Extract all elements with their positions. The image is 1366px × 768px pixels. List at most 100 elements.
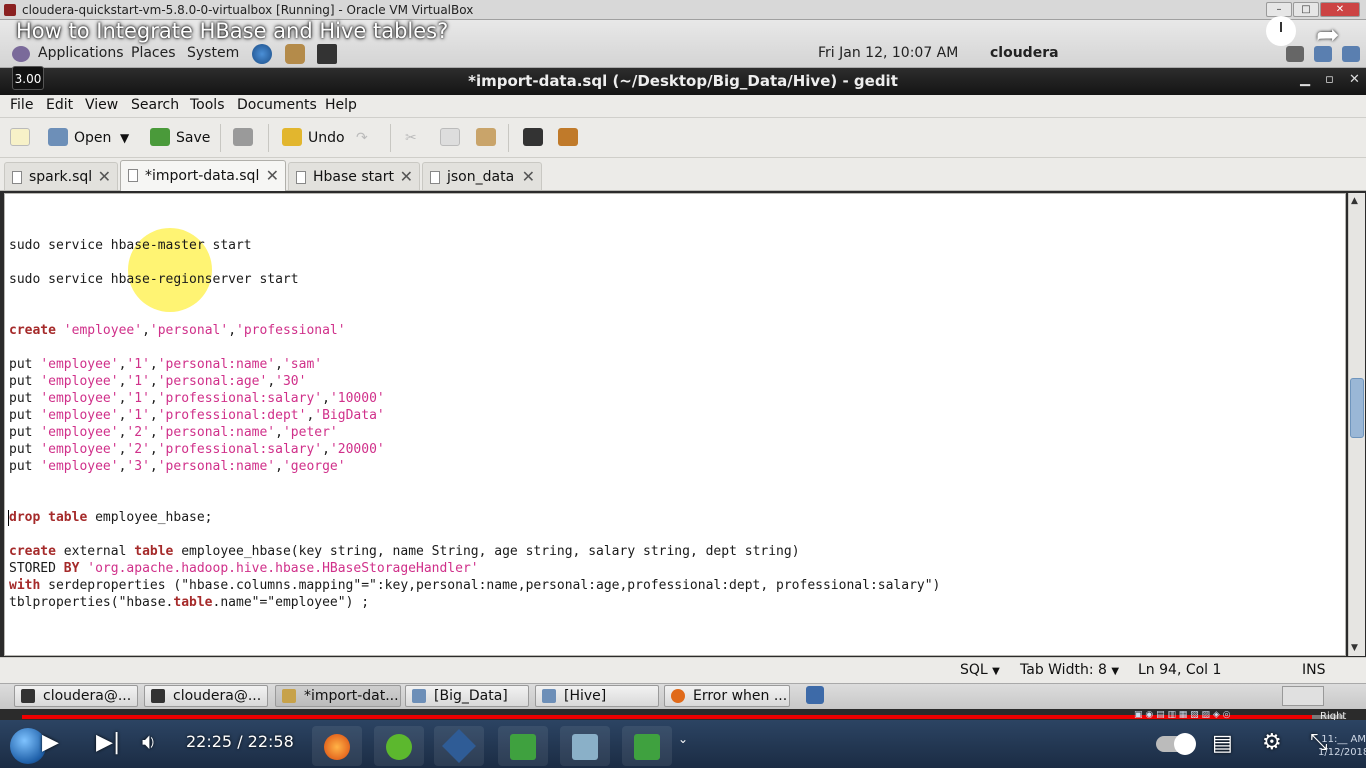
- vbox-maximize-button[interactable]: □: [1293, 2, 1319, 17]
- task-terminal-2[interactable]: cloudera@...: [144, 685, 268, 707]
- undo-button[interactable]: Undo: [282, 124, 345, 152]
- language-label: SQL: [960, 662, 988, 678]
- tab-json-data[interactable]: json_data ✕: [422, 162, 542, 190]
- tab-spark-sql[interactable]: spark.sql ✕: [4, 162, 118, 190]
- watch-later-icon[interactable]: [1266, 16, 1296, 46]
- video-title: How to Integrate HBase and Hive tables?: [16, 19, 449, 43]
- code-line: STORED BY 'org.apache.hadoop.hive.hbase.…: [9, 561, 479, 576]
- menu-edit[interactable]: Edit: [46, 97, 73, 113]
- document-icon: [296, 171, 306, 184]
- virtualbox-pin[interactable]: [434, 726, 484, 766]
- mail-icon[interactable]: [285, 44, 305, 64]
- next-icon[interactable]: ▶|: [96, 730, 120, 755]
- put-command: put: [9, 374, 33, 389]
- volume-icon[interactable]: [1286, 46, 1304, 62]
- menu-search[interactable]: Search: [131, 97, 179, 113]
- subtitles-icon[interactable]: ▤: [1212, 731, 1233, 756]
- panel-menu-applications[interactable]: Applications: [38, 45, 124, 61]
- folder-icon: [412, 689, 426, 703]
- redo-button[interactable]: ↷: [356, 124, 368, 152]
- menu-tools[interactable]: Tools: [190, 97, 225, 113]
- close-tab-icon[interactable]: ✕: [98, 163, 111, 191]
- camtasia-recorder-pin[interactable]: [622, 726, 672, 766]
- binoculars-icon: [523, 128, 543, 146]
- close-tab-icon[interactable]: ✕: [266, 161, 279, 191]
- terminal-icon[interactable]: [317, 44, 337, 64]
- open-label: Open: [74, 130, 112, 146]
- autoplay-toggle[interactable]: [1156, 733, 1196, 755]
- scroll-down-icon[interactable]: ▼: [1351, 643, 1358, 653]
- print-button[interactable]: [233, 124, 259, 152]
- task-firefox[interactable]: Error when ...: [664, 685, 790, 707]
- code-text: .name"="employee") ;: [212, 595, 370, 610]
- save-button[interactable]: Save: [150, 124, 210, 152]
- camtasia-pin[interactable]: [498, 726, 548, 766]
- put-command: put: [9, 459, 33, 474]
- code-text: employee_hbase(key string, name String, …: [173, 544, 800, 559]
- playback-speed-badge: 3.00: [12, 66, 44, 90]
- chevron-down-icon: ▼: [1111, 666, 1120, 677]
- paste-button[interactable]: [476, 124, 502, 152]
- scrollbar-thumb[interactable]: [1350, 378, 1364, 438]
- play-icon[interactable]: ▶: [42, 730, 59, 755]
- string: 'peter': [282, 425, 338, 440]
- folder-icon: [542, 689, 556, 703]
- replace-button[interactable]: [558, 124, 584, 152]
- task-terminal-1[interactable]: cloudera@...: [14, 685, 138, 707]
- task-folder-hive[interactable]: [Hive]: [535, 685, 659, 707]
- tab-import-data-sql[interactable]: *import-data.sql ✕: [120, 160, 286, 191]
- app-pin[interactable]: [560, 726, 610, 766]
- menu-file[interactable]: File: [10, 97, 33, 113]
- panel-user[interactable]: cloudera: [990, 45, 1059, 61]
- menu-help[interactable]: Help: [325, 97, 357, 113]
- panel-menu-system[interactable]: System: [187, 45, 239, 61]
- string: 'sam': [282, 357, 323, 372]
- open-button[interactable]: Open: [48, 124, 111, 152]
- document-icon: [12, 171, 22, 184]
- scroll-up-icon[interactable]: ▲: [1351, 196, 1358, 206]
- virtualbox-title-bar: cloudera-quickstart-vm-5.8.0-0-virtualbo…: [0, 0, 1366, 20]
- vbox-close-button[interactable]: ✕: [1320, 2, 1360, 17]
- firefox-pin[interactable]: [312, 726, 362, 766]
- code-line: put 'employee','1','personal:age','30': [9, 374, 307, 389]
- update-icon[interactable]: [1342, 46, 1360, 62]
- start-orb-icon[interactable]: [10, 728, 46, 764]
- language-selector[interactable]: SQL ▼: [960, 662, 1000, 678]
- share-icon[interactable]: ➦: [1316, 18, 1339, 51]
- cut-button[interactable]: ✂: [405, 124, 417, 152]
- copy-button[interactable]: [440, 124, 466, 152]
- menu-view[interactable]: View: [85, 97, 118, 113]
- window-minimize-button[interactable]: ▁: [1300, 72, 1310, 87]
- window-maximize-button[interactable]: ▫: [1325, 72, 1334, 87]
- menu-documents[interactable]: Documents: [237, 97, 317, 113]
- open-dropdown-button[interactable]: ▼: [120, 124, 129, 152]
- task-label: [Hive]: [564, 688, 607, 704]
- code-text: tblproperties("hbase.: [9, 595, 174, 610]
- keyword: create: [9, 544, 56, 559]
- chevron-down-icon[interactable]: ⌄: [678, 732, 688, 746]
- chevron-down-icon: ▼: [992, 666, 1000, 677]
- copy-icon: [440, 128, 460, 146]
- window-close-button[interactable]: ✕: [1349, 72, 1360, 87]
- code-line: put 'employee','1','professional:salary'…: [9, 391, 385, 406]
- volume-icon[interactable]: 🔉︎: [142, 730, 156, 755]
- browser-globe-icon[interactable]: [252, 44, 272, 64]
- workspace-switcher-icon[interactable]: [806, 686, 824, 704]
- code-line: put 'employee','1','professional:dept','…: [9, 408, 385, 423]
- task-folder-big-data[interactable]: [Big_Data]: [405, 685, 529, 707]
- notes-icon[interactable]: [1282, 686, 1324, 706]
- close-tab-icon[interactable]: ✕: [522, 163, 535, 191]
- settings-gear-icon[interactable]: ⚙: [1262, 730, 1282, 755]
- panel-clock[interactable]: Fri Jan 12, 10:07 AM: [818, 45, 958, 61]
- task-gedit[interactable]: *import-dat...: [275, 685, 401, 707]
- find-button[interactable]: [523, 124, 549, 152]
- new-document-button[interactable]: [10, 124, 36, 152]
- panel-menu-places[interactable]: Places: [131, 45, 176, 61]
- utorrent-pin[interactable]: [374, 726, 424, 766]
- new-document-icon: [10, 128, 30, 146]
- vbox-minimize-button[interactable]: –: [1266, 2, 1292, 17]
- tab-hbase-start[interactable]: Hbase start ✕: [288, 162, 420, 190]
- close-tab-icon[interactable]: ✕: [400, 163, 413, 191]
- tab-width-selector[interactable]: Tab Width: 8 ▼: [1020, 662, 1119, 678]
- save-icon: [150, 128, 170, 146]
